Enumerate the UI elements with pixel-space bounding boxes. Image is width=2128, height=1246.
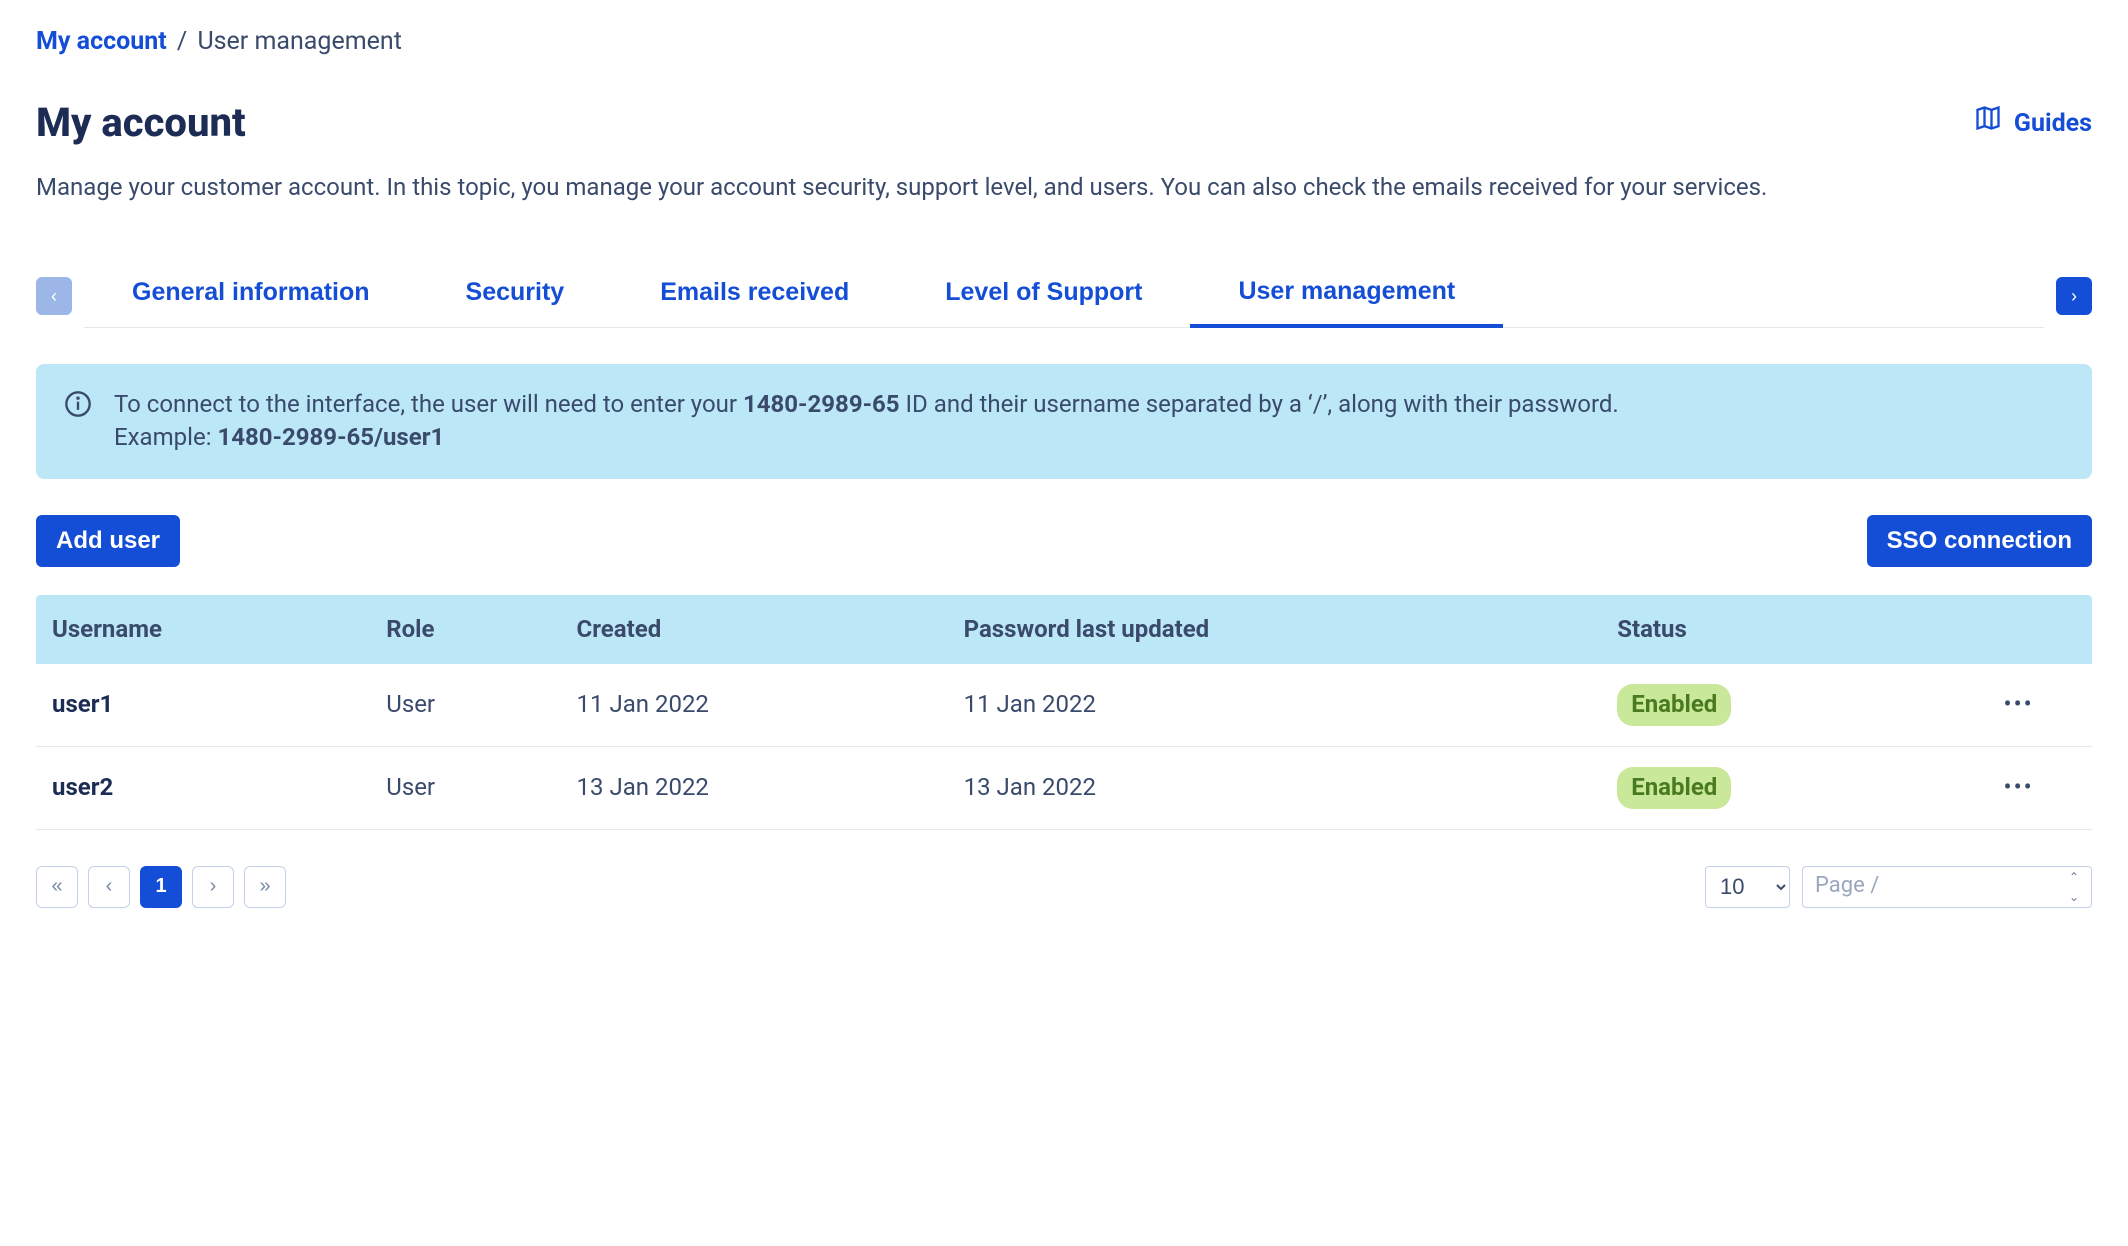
page-title: My account xyxy=(36,95,246,151)
tab-level-of-support[interactable]: Level of Support xyxy=(897,265,1190,327)
breadcrumb-separator: / xyxy=(177,27,187,56)
col-username[interactable]: Username xyxy=(36,595,370,665)
table-row: user2 User 13 Jan 2022 13 Jan 2022 Enabl… xyxy=(36,746,2092,829)
cell-username: user2 xyxy=(36,746,370,829)
info-text: To connect to the interface, the user wi… xyxy=(114,388,1619,455)
col-created[interactable]: Created xyxy=(561,595,948,665)
cell-created: 13 Jan 2022 xyxy=(561,746,948,829)
info-example-label: Example: xyxy=(114,423,217,451)
breadcrumb: My account / User management xyxy=(36,24,2092,59)
cell-pwd: 11 Jan 2022 xyxy=(948,664,1602,746)
info-line1-after: ID and their username separated by a ‘/’… xyxy=(900,390,1619,418)
tabs: ‹ General information Security Emails re… xyxy=(36,265,2092,328)
status-badge: Enabled xyxy=(1617,767,1731,809)
cell-pwd: 13 Jan 2022 xyxy=(948,746,1602,829)
page-first[interactable]: « xyxy=(36,866,78,908)
page-jump-placeholder: Page / xyxy=(1815,871,1879,902)
page-description: Manage your customer account. In this to… xyxy=(36,171,1836,205)
guides-link[interactable]: Guides xyxy=(1974,104,2092,142)
page-size-select[interactable]: 10 xyxy=(1705,866,1790,908)
col-password-updated[interactable]: Password last updated xyxy=(948,595,1602,665)
more-icon: ••• xyxy=(2003,690,2033,718)
page-last[interactable]: » xyxy=(244,866,286,908)
chevron-left-icon: ‹ xyxy=(51,286,57,307)
map-icon xyxy=(1974,104,2002,142)
cell-role: User xyxy=(370,746,560,829)
page-jump-input[interactable]: Page / ⌃ ⌄ xyxy=(1802,866,2092,908)
info-example-value: 1480-2989-65/user1 xyxy=(217,423,444,451)
table-row: user1 User 11 Jan 2022 11 Jan 2022 Enabl… xyxy=(36,664,2092,746)
page-prev[interactable]: ‹ xyxy=(88,866,130,908)
info-account-id: 1480-2989-65 xyxy=(743,390,900,418)
cell-status: Enabled xyxy=(1601,746,1945,829)
tabs-scroll-left[interactable]: ‹ xyxy=(36,277,72,315)
guides-label: Guides xyxy=(2014,106,2092,141)
col-role[interactable]: Role xyxy=(370,595,560,665)
tab-general-information[interactable]: General information xyxy=(84,265,418,327)
tabs-list: General information Security Emails rece… xyxy=(84,265,2044,328)
cell-role: User xyxy=(370,664,560,746)
users-table: Username Role Created Password last upda… xyxy=(36,595,2092,830)
cell-status: Enabled xyxy=(1601,664,1945,746)
info-banner: To connect to the interface, the user wi… xyxy=(36,364,2092,479)
page-number-1[interactable]: 1 xyxy=(140,866,182,908)
cell-username: user1 xyxy=(36,664,370,746)
tabs-scroll-right[interactable]: › xyxy=(2056,277,2092,315)
tab-emails-received[interactable]: Emails received xyxy=(612,265,897,327)
col-actions xyxy=(1945,595,2092,665)
row-actions-menu[interactable]: ••• xyxy=(1945,746,2092,829)
tab-security[interactable]: Security xyxy=(418,265,613,327)
sso-connection-button[interactable]: SSO connection xyxy=(1867,515,2092,567)
chevron-down-icon: ⌄ xyxy=(2069,891,2085,903)
breadcrumb-current: User management xyxy=(197,27,401,56)
chevron-up-icon: ⌃ xyxy=(2069,871,2085,883)
add-user-button[interactable]: Add user xyxy=(36,515,180,567)
breadcrumb-root-link[interactable]: My account xyxy=(36,27,167,56)
cell-created: 11 Jan 2022 xyxy=(561,664,948,746)
page-next[interactable]: › xyxy=(192,866,234,908)
pagination: « ‹ 1 › » xyxy=(36,866,286,908)
status-badge: Enabled xyxy=(1617,684,1731,726)
col-status[interactable]: Status xyxy=(1601,595,1945,665)
stepper-icon[interactable]: ⌃ ⌄ xyxy=(2069,871,2085,903)
tab-user-management[interactable]: User management xyxy=(1190,265,1503,328)
more-icon: ••• xyxy=(2003,773,2033,801)
chevron-right-icon: › xyxy=(2071,286,2077,307)
row-actions-menu[interactable]: ••• xyxy=(1945,664,2092,746)
info-line1-before: To connect to the interface, the user wi… xyxy=(114,390,743,418)
info-icon xyxy=(64,390,92,418)
